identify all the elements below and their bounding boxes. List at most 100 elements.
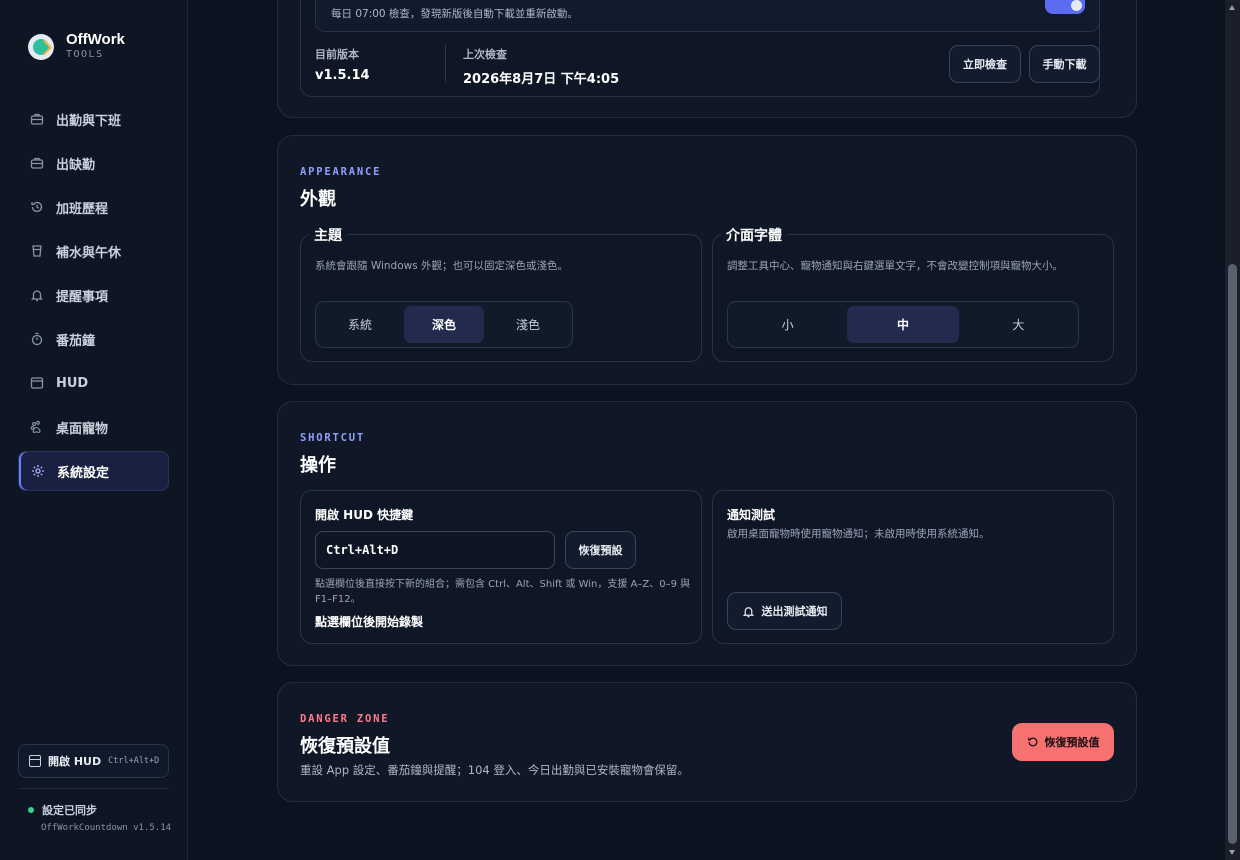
open-hud-label: 開啟 HUD	[48, 755, 102, 768]
theme-panel: 主題 系統會跟隨 Windows 外觀；也可以固定深色或淺色。 系統 深色 淺色	[300, 225, 702, 362]
current-version-block: 目前版本 v1.5.14	[315, 46, 370, 83]
briefcase-icon	[30, 112, 44, 126]
theme-option-light[interactable]: 淺色	[488, 306, 568, 343]
toggle-knob	[1071, 0, 1082, 11]
send-test-notification-button[interactable]: 送出測試通知	[727, 592, 842, 630]
hud-shortcut-title: 開啟 HUD 快捷鍵	[315, 508, 414, 522]
brand: OffWork TOOLS	[28, 32, 125, 62]
update-panel: 每日 07:00 檢查，發現新版後自動下載並重新啟動。 目前版本 v1.5.14…	[300, 0, 1100, 97]
app-version: OffWorkCountdown v1.5.14	[41, 823, 172, 833]
font-size-description: 調整工具中心、寵物通知與右鍵選單文字，不會改變控制項與寵物大小。	[727, 260, 1063, 272]
history-icon	[30, 200, 44, 214]
theme-description: 系統會跟隨 Windows 外觀；也可以固定深色或淺色。	[315, 260, 569, 272]
window-icon	[30, 376, 44, 390]
sync-status-dot	[28, 807, 34, 813]
danger-zone-eyebrow: DANGER ZONE	[300, 713, 390, 725]
sidebar-nav: 出勤與下班 出缺勤 加班歷程 補水與午休 提醒事項 番茄鐘 HUD 桌面寵物 系…	[18, 99, 169, 495]
restore-defaults-label: 恢復預設值	[1044, 736, 1100, 749]
appearance-card: APPEARANCE 外觀 主題 系統會跟隨 Windows 外觀；也可以固定深…	[277, 135, 1137, 385]
sidebar-item-settings[interactable]: 系統設定	[18, 451, 169, 491]
notification-test-description: 啟用桌面寵物時使用寵物通知；未啟用時使用系統通知。	[727, 528, 990, 540]
sidebar-item-label: 桌面寵物	[56, 421, 109, 437]
sidebar-item-label: 提醒事項	[56, 289, 109, 305]
theme-option-dark[interactable]: 深色	[404, 306, 484, 343]
update-card: 每日 07:00 檢查，發現新版後自動下載並重新啟動。 目前版本 v1.5.14…	[277, 0, 1137, 118]
sidebar-item-label: 出勤與下班	[56, 113, 122, 129]
briefcase-icon	[30, 156, 44, 170]
appearance-title: 外觀	[300, 189, 336, 210]
sidebar-item-label: 番茄鐘	[56, 333, 96, 349]
auto-update-notice: 每日 07:00 檢查，發現新版後自動下載並重新啟動。	[331, 8, 578, 20]
hud-shortcut-panel: 開啟 HUD 快捷鍵 Ctrl+Alt+D 恢復預設 點選欄位後直接按下新的組合…	[300, 490, 702, 644]
sidebar-item-label: HUD	[56, 375, 89, 391]
font-size-selector: 小 中 大	[727, 301, 1079, 348]
theme-title: 主題	[309, 225, 347, 245]
font-size-title: 介面字體	[721, 225, 787, 245]
auto-update-toggle[interactable]	[1045, 0, 1085, 14]
open-hud-shortcut: Ctrl+Alt+D	[108, 756, 160, 766]
window-icon	[29, 755, 41, 767]
sidebar-item-attendance[interactable]: 出勤與下班	[18, 99, 169, 139]
app-logo-icon	[28, 34, 54, 60]
last-check-block: 上次檢查 2026年8月7日 下午4:05	[463, 46, 619, 87]
current-version-label: 目前版本	[315, 48, 359, 61]
reset-icon	[1027, 736, 1039, 748]
sidebar-divider	[18, 788, 169, 789]
theme-selector: 系統 深色 淺色	[315, 301, 573, 348]
paw-icon	[30, 420, 44, 434]
auto-update-row: 每日 07:00 檢查，發現新版後自動下載並重新啟動。	[315, 0, 1100, 32]
sidebar-item-reminders[interactable]: 提醒事項	[18, 275, 169, 315]
shortcut-eyebrow: SHORTCUT	[300, 432, 365, 444]
sync-status: 設定已同步	[28, 802, 97, 818]
last-check-value: 2026年8月7日 下午4:05	[463, 72, 620, 87]
appearance-eyebrow: APPEARANCE	[300, 166, 382, 178]
sidebar-item-label: 出缺勤	[56, 157, 96, 173]
notification-test-title: 通知測試	[727, 508, 776, 522]
sidebar-item-hydration[interactable]: 補水與午休	[18, 231, 169, 271]
sidebar-item-label: 加班歷程	[56, 201, 109, 217]
sidebar-item-pomodoro[interactable]: 番茄鐘	[18, 319, 169, 359]
font-size-option-large[interactable]: 大	[963, 306, 1074, 343]
scroll-down-arrow-icon[interactable]	[1229, 850, 1235, 855]
sidebar-item-overtime[interactable]: 加班歷程	[18, 187, 169, 227]
gear-icon	[31, 464, 45, 478]
danger-zone-description: 重設 App 設定、番茄鐘與提醒；104 登入、今日出勤與已安裝寵物會保留。	[300, 763, 689, 777]
send-test-notification-label: 送出測試通知	[761, 605, 828, 618]
brand-subtitle: TOOLS	[66, 49, 104, 60]
sidebar-item-label: 系統設定	[57, 465, 110, 481]
version-divider	[445, 44, 446, 82]
sidebar-item-leave[interactable]: 出缺勤	[18, 143, 169, 183]
scrollbar-thumb[interactable]	[1228, 264, 1237, 844]
current-version-value: v1.5.14	[315, 68, 370, 83]
shortcut-card: SHORTCUT 操作 開啟 HUD 快捷鍵 Ctrl+Alt+D 恢復預設 點…	[277, 401, 1137, 666]
restore-defaults-button[interactable]: 恢復預設值	[1012, 723, 1114, 761]
timer-icon	[30, 332, 44, 346]
reset-shortcut-button[interactable]: 恢復預設	[565, 531, 636, 569]
recording-status: 點選欄位後開始錄製	[315, 615, 424, 629]
font-size-option-small[interactable]: 小	[732, 306, 843, 343]
danger-zone-card: DANGER ZONE 恢復預設值 重設 App 設定、番茄鐘與提醒；104 登…	[277, 682, 1137, 802]
danger-zone-title: 恢復預設值	[300, 736, 390, 757]
sync-status-text: 設定已同步	[42, 804, 97, 817]
sidebar-item-label: 補水與午休	[56, 245, 122, 261]
hud-shortcut-hint: 點選欄位後直接按下新的組合；需包含 Ctrl、Alt、Shift 或 Win，支…	[315, 579, 691, 605]
notification-test-panel: 通知測試 啟用桌面寵物時使用寵物通知；未啟用時使用系統通知。 送出測試通知	[712, 490, 1114, 644]
scroll-up-arrow-icon[interactable]	[1229, 5, 1235, 10]
font-size-option-medium[interactable]: 中	[847, 306, 959, 343]
manual-download-button[interactable]: 手動下載	[1029, 45, 1100, 83]
check-now-button[interactable]: 立即檢查	[949, 45, 1021, 83]
open-hud-button[interactable]: 開啟 HUD Ctrl+Alt+D	[18, 744, 169, 778]
hud-shortcut-input[interactable]: Ctrl+Alt+D	[315, 531, 555, 569]
bell-icon	[742, 605, 755, 618]
shortcut-title: 操作	[300, 455, 336, 476]
sidebar-item-pet[interactable]: 桌面寵物	[18, 407, 169, 447]
cup-icon	[30, 244, 44, 258]
sidebar-item-hud[interactable]: HUD	[18, 363, 169, 403]
scrollbar[interactable]	[1225, 0, 1240, 860]
sidebar: OffWork TOOLS 出勤與下班 出缺勤 加班歷程 補水與午休 提醒事項 …	[0, 0, 188, 860]
bell-icon	[30, 288, 44, 302]
font-size-panel: 介面字體 調整工具中心、寵物通知與右鍵選單文字，不會改變控制項與寵物大小。 小 …	[712, 225, 1114, 362]
last-check-label: 上次檢查	[463, 48, 507, 61]
theme-option-system[interactable]: 系統	[320, 306, 400, 343]
brand-title: OffWork	[66, 31, 125, 48]
